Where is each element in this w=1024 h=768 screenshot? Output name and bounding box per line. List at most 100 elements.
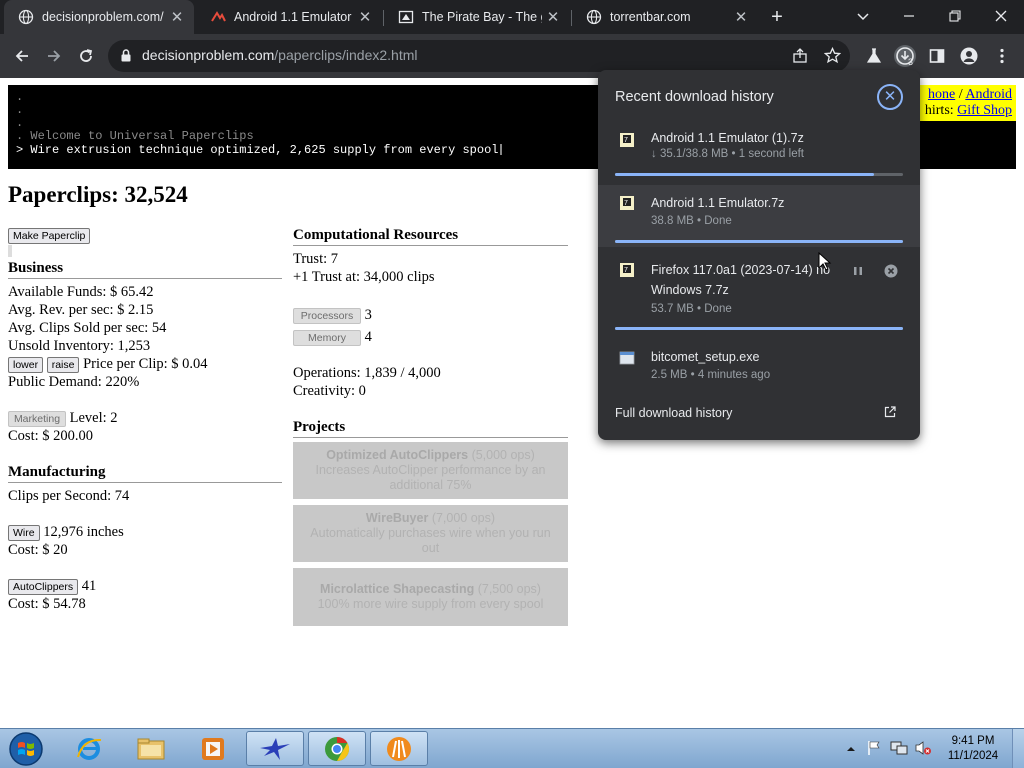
android-link[interactable]: Android [965, 87, 1012, 102]
project-name: Microlattice Shapecasting [320, 582, 475, 596]
downloads-button[interactable]: 3 [891, 42, 919, 70]
screen: { "browser": { "tabs": [ {"title": "deci… [0, 0, 1024, 768]
taskbar-app-bird[interactable] [246, 731, 304, 766]
tab-title: decisionproblem.com/ [42, 10, 164, 24]
download-status: 2.5 MB • 4 minutes ago [651, 369, 771, 381]
download-item[interactable]: 7 Android 1.1 Emulator.7z 38.8 MB • Done [598, 185, 920, 247]
restore-icon [949, 10, 961, 22]
share-icon[interactable] [792, 48, 808, 64]
download-progress-fill [615, 173, 875, 176]
chrome-icon [325, 736, 350, 761]
bookmark-star-icon[interactable] [824, 47, 841, 64]
close-downloads-button[interactable]: ✕ [877, 84, 903, 110]
menu-button[interactable] [988, 42, 1016, 70]
reload-icon [80, 49, 93, 62]
project-optimized-autoclippers[interactable]: Optimized AutoClippers (5,000 ops) Incre… [293, 442, 568, 499]
svg-text:7: 7 [624, 267, 628, 274]
download-item[interactable]: 7 Android 1.1 Emulator (1).7z ↓ 35.1/38.… [598, 126, 920, 182]
pause-icon[interactable] [852, 265, 864, 277]
forward-button[interactable] [40, 42, 68, 70]
tab-android-emulator[interactable]: Android 1.1 Emulator ✕ [196, 0, 382, 34]
taskbar-explorer[interactable] [122, 731, 180, 766]
autoclippers-button[interactable]: AutoClippers [8, 578, 79, 595]
folder-icon [137, 738, 165, 759]
action-center-flag-icon[interactable] [866, 740, 882, 756]
show-desktop-button[interactable] [1012, 729, 1024, 768]
autoclippers-count: 41 [81, 578, 97, 594]
close-tab-icon[interactable]: ✕ [730, 8, 752, 26]
project-cost: (7,500 ops) [474, 582, 541, 596]
labs-button[interactable] [860, 42, 888, 70]
tab-decisionproblem[interactable]: decisionproblem.com/ ✕ [4, 0, 194, 34]
tab-search-button[interactable] [840, 0, 886, 34]
marketing-level: Level: 2 [69, 410, 118, 426]
download-status: 53.7 MB • Done [651, 303, 732, 315]
url-domain: decisionproblem.com [142, 47, 275, 63]
chevron-down-icon [857, 13, 869, 21]
lower-price-button[interactable]: lower [8, 356, 44, 373]
cancel-download-icon[interactable] [884, 264, 898, 278]
volume-muted-icon[interactable] [914, 740, 932, 756]
minimize-button[interactable] [886, 0, 932, 34]
clock-time: 9:41 PM [951, 735, 995, 747]
make-paperclip-button[interactable]: Make Paperclip [8, 227, 91, 244]
memory-button[interactable]: Memory [293, 329, 361, 346]
taskbar-clock[interactable]: 9:41 PM 11/1/2024 [940, 734, 1006, 764]
processors-button[interactable]: Processors [293, 307, 361, 324]
trust: Trust: 7 [293, 251, 339, 267]
top-links-line2: hirts: Gift Shop [925, 103, 1012, 119]
network-icon[interactable] [890, 740, 908, 756]
close-tab-icon[interactable]: ✕ [354, 8, 376, 26]
raise-price-button[interactable]: raise [46, 356, 80, 373]
start-button[interactable] [4, 730, 48, 768]
processors-count: 3 [364, 307, 372, 323]
close-icon [995, 10, 1007, 22]
gift-shop-link[interactable]: Gift Shop [957, 103, 1012, 118]
taskbar-bitcomet[interactable] [370, 731, 428, 766]
project-microlattice-shapecasting[interactable]: Microlattice Shapecasting (7,500 ops) 10… [293, 568, 568, 626]
reload-button[interactable] [72, 42, 100, 70]
buy-wire-button[interactable]: Wire [8, 524, 40, 541]
full-download-history-link[interactable]: Full download history [615, 406, 732, 420]
kebab-menu-icon [1000, 48, 1004, 64]
download-progress [615, 173, 903, 176]
restore-button[interactable] [932, 0, 978, 34]
lock-icon [121, 49, 131, 62]
tray-expand-icon[interactable] [846, 744, 856, 754]
project-desc: 100% more wire supply from every spool [317, 597, 544, 611]
tab-pirate-bay[interactable]: The Pirate Bay - The g ✕ [384, 0, 570, 34]
download-filename: Android 1.1 Emulator (1).7z [651, 131, 804, 145]
shirts-label: hirts: [924, 103, 958, 118]
iphone-link[interactable]: hone [928, 87, 955, 102]
globe-icon [18, 9, 34, 25]
taskbar-ie[interactable] [60, 731, 118, 766]
download-item[interactable]: 7 Firefox 117.0a1 (2023-07-14) no Window… [598, 252, 920, 332]
tab-title: torrentbar.com [610, 10, 691, 24]
side-panel-button[interactable] [923, 42, 951, 70]
download-item[interactable]: bitcomet_setup.exe 2.5 MB • 4 minutes ag… [598, 342, 920, 394]
back-button[interactable] [8, 42, 36, 70]
business-heading: Business [8, 259, 282, 279]
top-links: hone / Android hirts: Gift Shop [918, 85, 1016, 121]
taskbar-chrome[interactable] [308, 731, 366, 766]
close-tab-icon[interactable]: ✕ [542, 8, 564, 26]
tab-torrentbar[interactable]: torrentbar.com ✕ [572, 0, 758, 34]
download-progress [615, 327, 903, 330]
profile-button[interactable] [955, 42, 983, 70]
download-filename: Android 1.1 Emulator.7z [651, 196, 785, 210]
download-progress-fill [615, 327, 903, 330]
open-external-icon[interactable] [884, 406, 896, 418]
creativity: Creativity: 0 [293, 383, 366, 399]
close-tab-icon[interactable]: ✕ [166, 8, 188, 26]
marketing-button[interactable]: Marketing [8, 410, 66, 427]
project-name: WireBuyer [365, 511, 429, 525]
taskbar-media-player[interactable] [184, 731, 242, 766]
address-bar[interactable]: decisionproblem.com/paperclips/index2.ht… [108, 40, 850, 72]
project-wirebuyer[interactable]: WireBuyer (7,000 ops) Automatically purc… [293, 505, 568, 562]
flask-icon [866, 48, 882, 63]
profile-icon [960, 47, 978, 65]
side-panel-icon [929, 49, 945, 63]
autoclippers-cost: Cost: $ 54.78 [8, 596, 86, 612]
new-tab-button[interactable]: + [766, 6, 788, 28]
close-window-button[interactable] [978, 0, 1024, 34]
